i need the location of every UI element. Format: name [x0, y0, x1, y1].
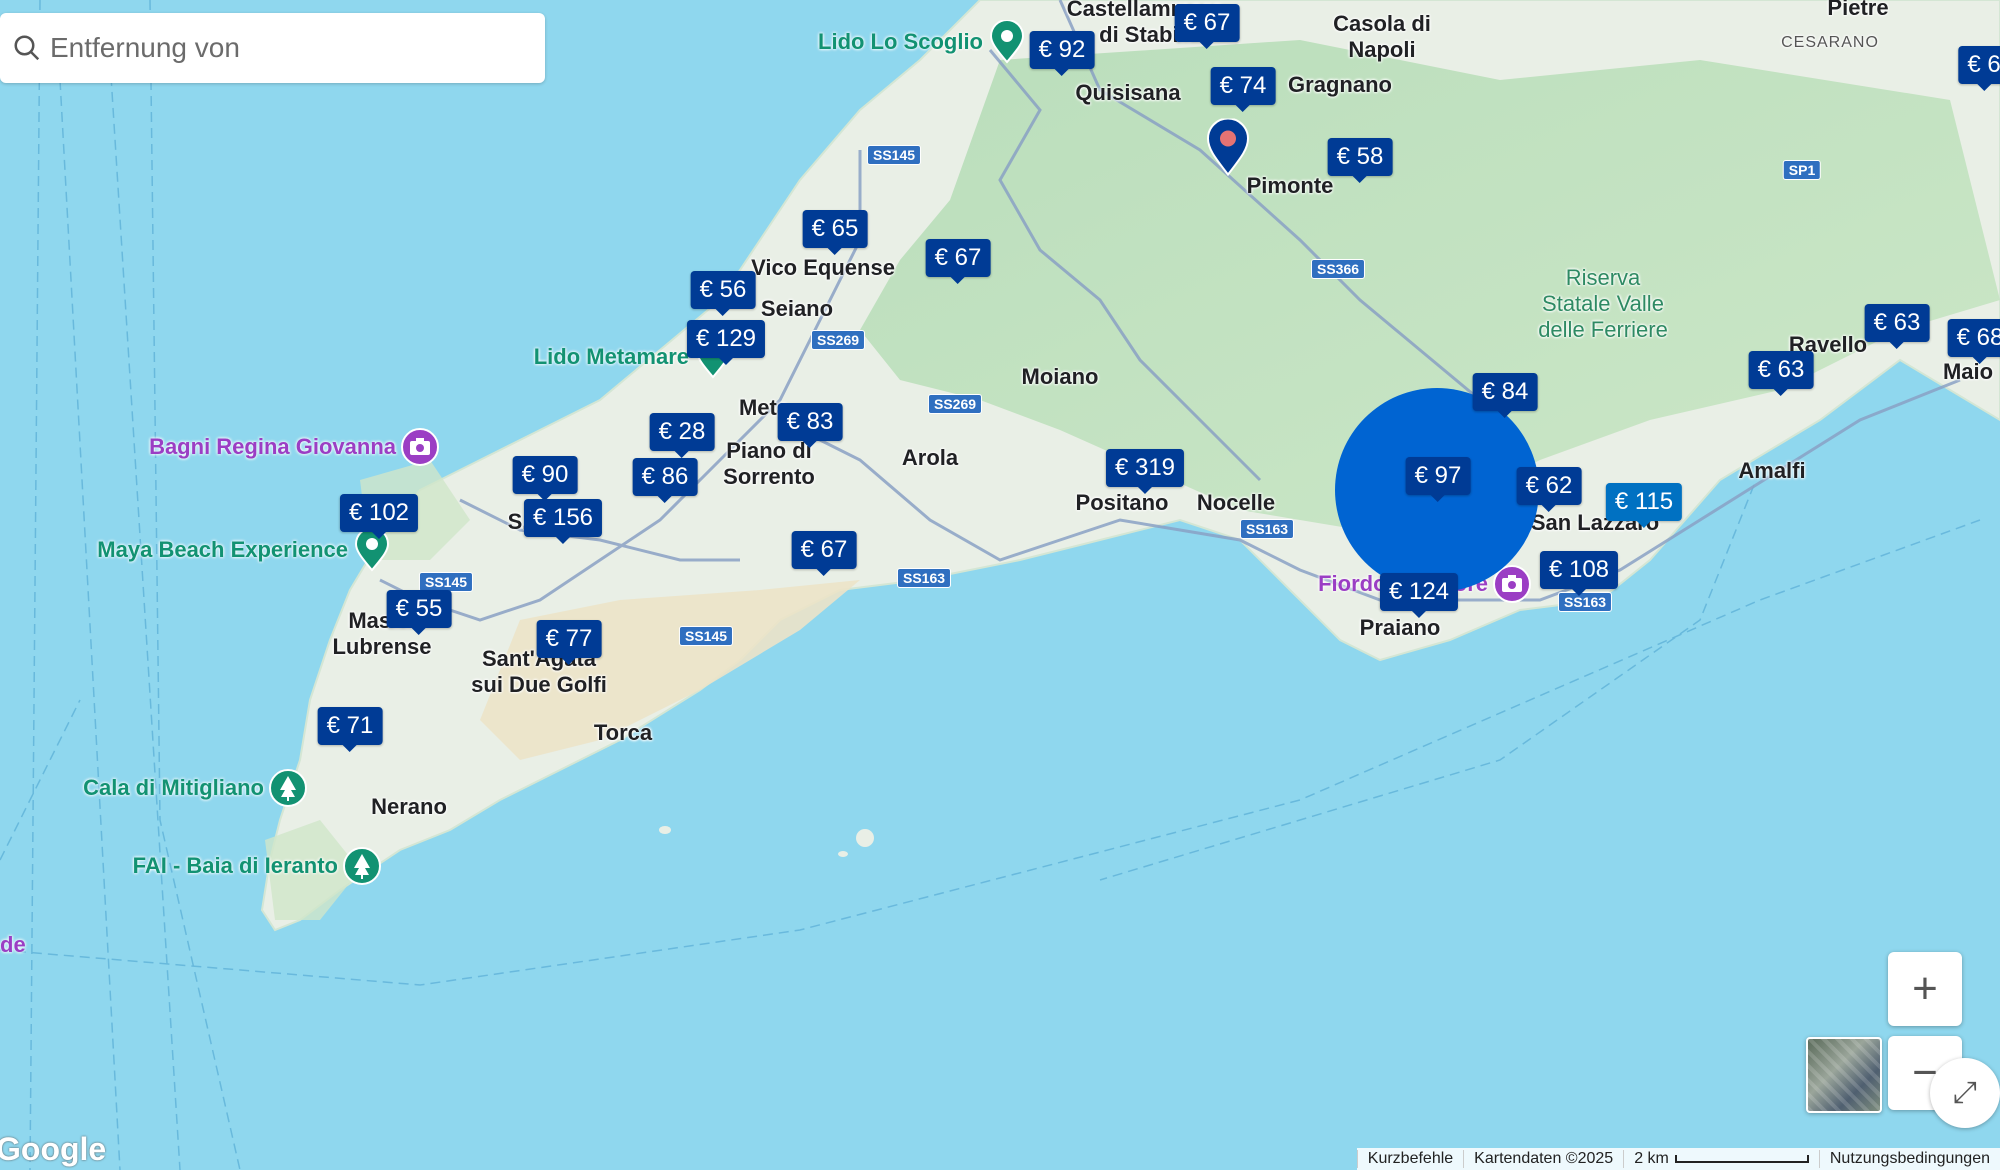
price-marker[interactable]: € 67 — [791, 531, 857, 569]
scale-line — [1674, 1155, 1809, 1163]
scale-label: 2 km — [1634, 1150, 1669, 1167]
place-label: Praiano — [1359, 615, 1441, 640]
place-label: Pietre — [1827, 0, 1889, 20]
price-marker[interactable]: € 102 — [339, 494, 419, 532]
place-label: Nerano — [371, 794, 447, 819]
satellite-toggle-button[interactable] — [1806, 1037, 1882, 1113]
road-shield: SS269 — [927, 394, 983, 414]
plus-icon: + — [1912, 964, 1938, 1013]
place-label: Arola — [901, 445, 959, 470]
price-marker[interactable]: € 56 — [690, 271, 756, 309]
price-marker[interactable]: € 28 — [649, 413, 715, 451]
place-label: Seiano — [760, 296, 834, 321]
search-box[interactable] — [0, 13, 545, 83]
road-shield: SS269 — [810, 330, 866, 350]
price-marker[interactable]: € 65 — [802, 210, 868, 248]
price-marker[interactable]: € 58 — [1327, 138, 1393, 176]
poi-label[interactable]: Maya Beach Experience — [97, 537, 348, 563]
map-data-attribution[interactable]: Kartendaten ©2025 — [1463, 1150, 1623, 1168]
place-label: Gragnano — [1288, 72, 1392, 97]
place-label: Quisisana — [1075, 80, 1181, 105]
road-shield: SS366 — [1310, 259, 1366, 279]
price-marker[interactable]: € 74 — [1210, 67, 1276, 105]
search-icon — [12, 33, 42, 63]
price-marker[interactable]: € 63 — [1748, 351, 1814, 389]
fullscreen-icon: ⤢ — [1953, 1076, 1977, 1109]
fullscreen-button[interactable]: ⤢ — [1930, 1058, 2000, 1128]
poi-label[interactable]: Lido Lo Scoglio — [818, 29, 983, 55]
price-marker[interactable]: € 108 — [1539, 551, 1619, 589]
place-label: Pimonte — [1246, 173, 1334, 198]
search-input[interactable] — [48, 31, 532, 65]
price-marker[interactable]: € 129 — [686, 320, 766, 358]
road-shield: SS163 — [1239, 519, 1295, 539]
place-label: Piano di Sorrento — [723, 438, 815, 489]
price-marker[interactable]: € 319 — [1105, 449, 1185, 487]
price-marker[interactable]: € 55 — [386, 590, 452, 628]
road-shield: SP1 — [1782, 160, 1822, 180]
price-marker[interactable]: € 63 — [1864, 304, 1930, 342]
place-label: Amalfi — [1738, 458, 1806, 483]
price-marker[interactable]: € 124 — [1379, 573, 1459, 611]
price-marker[interactable]: € 90 — [512, 456, 578, 494]
tree-icon[interactable] — [342, 846, 382, 886]
place-label: Moiano — [1021, 364, 1099, 389]
road-shield: SS145 — [418, 572, 474, 592]
price-marker[interactable]: € 67 — [1174, 4, 1240, 42]
poi-label[interactable]: Bagni Regina Giovanna — [149, 434, 396, 460]
place-label: Casola di Napoli — [1333, 11, 1431, 62]
scale-bar[interactable]: 2 km — [1623, 1150, 1819, 1168]
place-label: Nocelle — [1196, 490, 1276, 515]
price-marker[interactable]: € 68 — [1947, 319, 2000, 357]
place-label: Torca — [593, 720, 653, 745]
nature-reserve-label: Riserva Statale Valle delle Ferriere — [1538, 265, 1668, 342]
place-label: Positano — [1075, 490, 1169, 515]
price-marker[interactable]: € 6 — [1958, 46, 2000, 84]
price-marker[interactable]: € 67 — [925, 239, 991, 277]
price-marker[interactable]: € 92 — [1029, 31, 1095, 69]
price-marker[interactable]: € 156 — [523, 499, 603, 537]
map-canvas[interactable] — [0, 0, 2000, 1170]
poi-label[interactable]: Lido Metamare — [534, 344, 689, 370]
place-label: CESARANO — [1781, 34, 1879, 51]
price-marker[interactable]: € 115 — [1605, 483, 1683, 521]
place-label: Vico Equense — [751, 255, 895, 280]
google-logo: Google — [0, 1131, 107, 1167]
tree-icon[interactable] — [268, 768, 308, 808]
price-marker[interactable]: € 84 — [1472, 373, 1538, 411]
price-marker[interactable]: € 77 — [536, 620, 602, 658]
poi-label[interactable]: de — [0, 932, 26, 958]
location-pin-icon[interactable] — [1204, 117, 1252, 182]
beach-pin-icon[interactable] — [987, 20, 1027, 64]
poi-label[interactable]: FAI - Baia di Ieranto — [133, 853, 338, 879]
price-marker[interactable]: € 86 — [632, 458, 698, 496]
terms-link[interactable]: Nutzungsbedingungen — [1818, 1150, 2000, 1168]
satellite-thumbnail-icon — [1808, 1039, 1880, 1111]
cluster-price-marker[interactable]: € 97 — [1405, 457, 1471, 495]
price-marker[interactable]: € 83 — [777, 403, 843, 441]
poi-label[interactable]: Cala di Mitigliano — [83, 775, 264, 801]
keyboard-shortcuts-link[interactable]: Kurzbefehle — [1356, 1150, 1463, 1168]
road-shield: SS145 — [866, 145, 922, 165]
zoom-in-button[interactable]: + — [1888, 952, 1962, 1026]
road-shield: SS145 — [678, 626, 734, 646]
price-marker[interactable]: € 62 — [1516, 467, 1582, 505]
road-shield: SS163 — [896, 568, 952, 588]
price-marker[interactable]: € 71 — [317, 707, 383, 745]
camera-icon[interactable] — [400, 427, 440, 467]
map-footer: Kurzbefehle Kartendaten ©2025 2 km Nutzu… — [1356, 1148, 2000, 1170]
